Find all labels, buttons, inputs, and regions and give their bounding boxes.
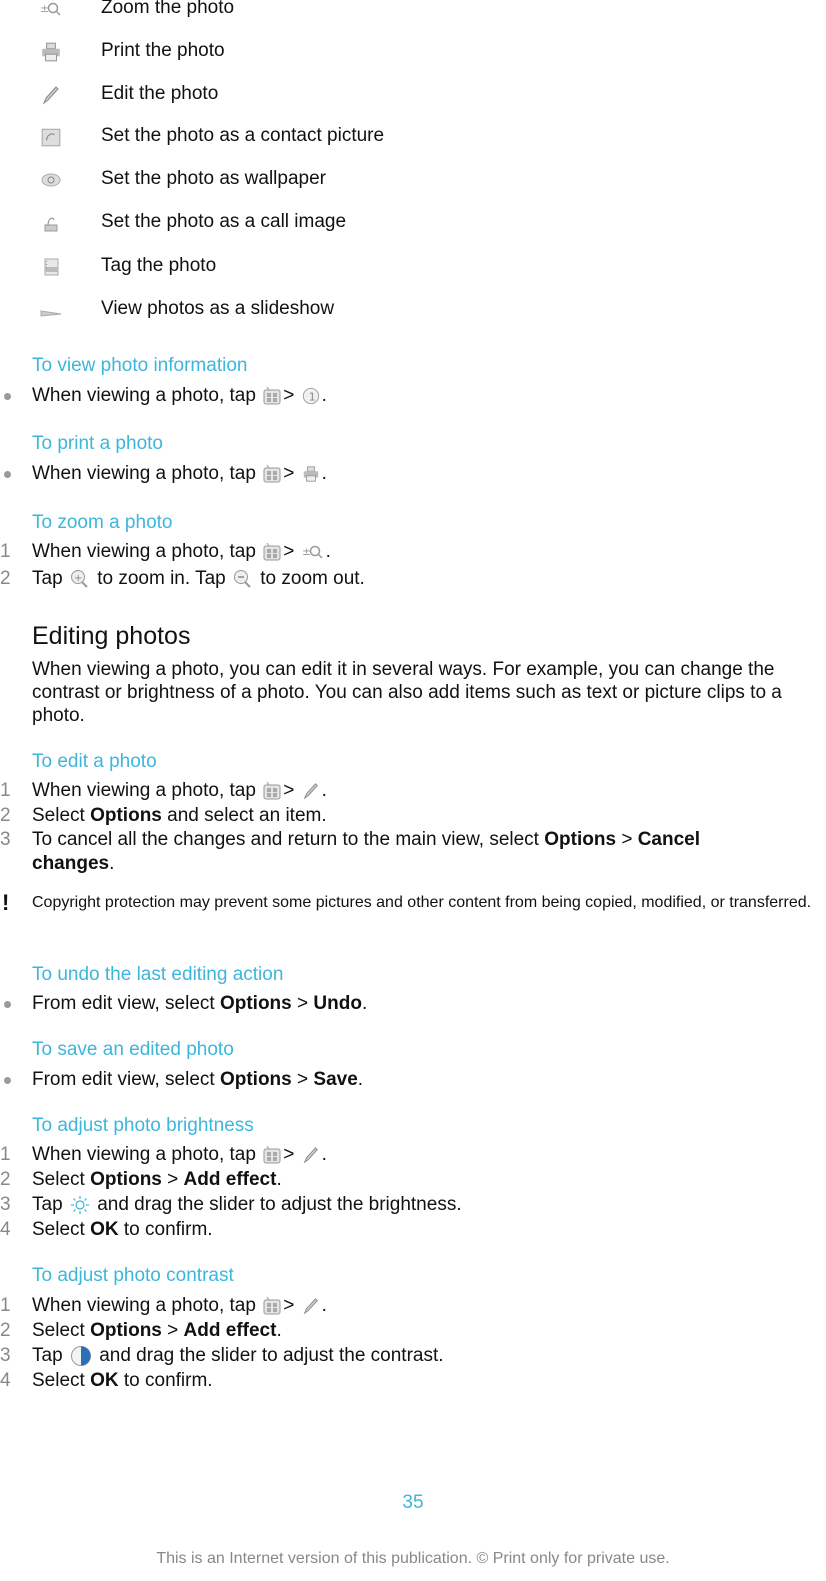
menu-icon	[263, 543, 281, 561]
section-heading: To undo the last editing action	[32, 964, 284, 985]
tag-icon	[44, 258, 59, 276]
page-number: 35	[402, 1492, 424, 1513]
pencil-icon	[302, 1297, 320, 1315]
section-heading: To edit a photo	[32, 751, 157, 772]
icon-list-label: Zoom the photo	[101, 0, 235, 18]
zoom-out-icon	[233, 569, 253, 589]
menu-icon	[263, 1297, 281, 1315]
icon-list-label: Tag the photo	[101, 255, 217, 276]
note-text: Copyright protection may prevent some pi…	[32, 894, 812, 911]
icon-list-label: Set the photo as wallpaper	[101, 168, 326, 189]
icon-list-label: Set the photo as a call image	[101, 211, 347, 232]
zoom-icon	[302, 544, 324, 560]
pencil-icon	[302, 782, 320, 800]
bullet	[4, 471, 11, 478]
menu-icon	[263, 782, 281, 800]
pencil-icon	[302, 1146, 320, 1164]
section-heading: To save an edited photo	[32, 1039, 234, 1060]
page-title: Editing photos	[32, 622, 191, 650]
menu-icon	[263, 387, 281, 405]
bullet	[4, 1001, 11, 1008]
menu-icon	[263, 465, 281, 483]
zoom-icon	[40, 0, 62, 19]
info-icon	[302, 387, 320, 405]
menu-icon	[263, 1146, 281, 1164]
icon-list-label: Set the photo as a contact picture	[101, 125, 385, 146]
call-image-icon	[44, 217, 58, 232]
warning-icon: !	[2, 890, 10, 915]
section-heading: To view photo information	[32, 355, 248, 376]
section-heading: To adjust photo brightness	[32, 1115, 254, 1136]
pencil-icon	[40, 85, 62, 105]
printer-icon	[40, 42, 62, 62]
bullet	[4, 393, 11, 400]
intro-paragraph: When viewing a photo, you can edit it in…	[32, 659, 782, 726]
wallpaper-icon	[41, 173, 61, 187]
section-heading: To print a photo	[32, 433, 163, 454]
section-heading: To adjust photo contrast	[32, 1265, 234, 1286]
contact-picture-icon	[41, 128, 61, 147]
printer-icon	[302, 465, 320, 483]
icon-list-label: View photos as a slideshow	[101, 298, 335, 319]
icon-list-label: Print the photo	[101, 40, 225, 61]
contrast-icon	[70, 1345, 92, 1367]
brightness-icon	[70, 1195, 90, 1215]
section-heading: To zoom a photo	[32, 512, 173, 533]
bullet	[4, 1077, 11, 1084]
zoom-in-icon	[70, 569, 90, 589]
icon-list-label: Edit the photo	[101, 83, 219, 104]
footer-notice: This is an Internet version of this publ…	[156, 1550, 670, 1567]
note: ! Copyright protection may prevent some …	[0, 892, 826, 936]
slideshow-icon	[40, 310, 62, 317]
